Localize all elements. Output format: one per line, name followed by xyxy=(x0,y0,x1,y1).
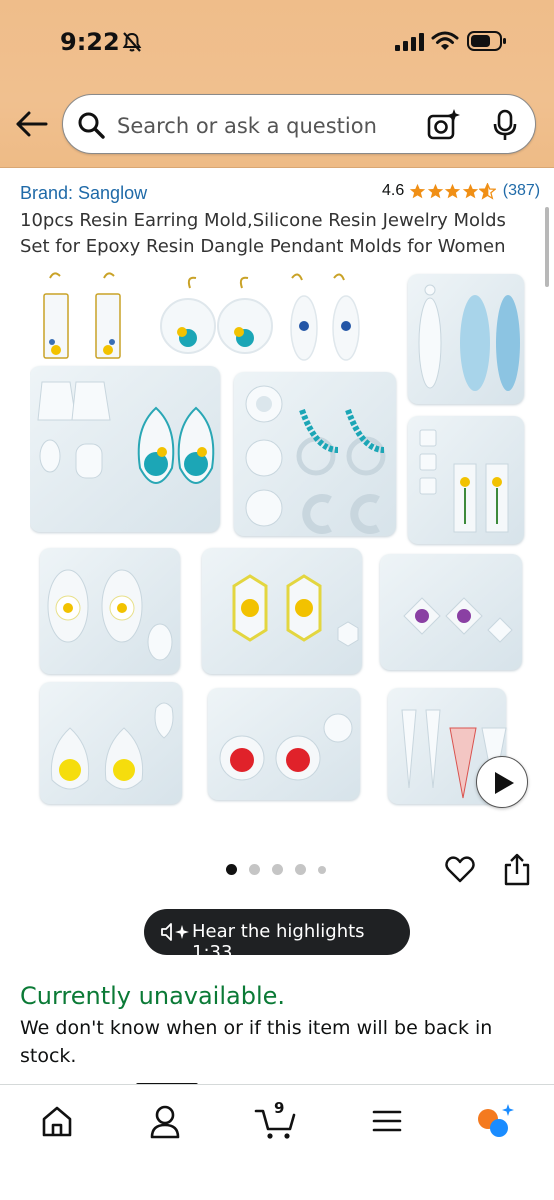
brand-link[interactable]: Brand: Sanglow xyxy=(20,183,147,204)
search-icon xyxy=(78,112,105,139)
star-full-icon xyxy=(445,183,461,198)
earring-oval-blue xyxy=(290,273,360,361)
mic-icon[interactable] xyxy=(492,109,518,141)
back-arrow-icon[interactable] xyxy=(14,108,50,140)
rating-summary[interactable]: 4.6 (387) xyxy=(382,182,540,200)
product-image[interactable] xyxy=(30,268,530,810)
mold-hoops-teal xyxy=(234,372,396,536)
mold-oval-daisy xyxy=(40,548,180,674)
availability-status: Currently unavailable. xyxy=(20,982,286,1010)
carousel-dot-active[interactable] xyxy=(226,864,237,875)
wifi-icon xyxy=(431,31,459,50)
mold-teardrop-teal xyxy=(30,366,220,532)
heart-icon[interactable] xyxy=(444,853,476,885)
mold-long-oval xyxy=(408,274,524,404)
status-time: 9:22 xyxy=(60,28,120,56)
menu-icon[interactable] xyxy=(362,1103,412,1139)
camera-lens-icon[interactable] xyxy=(427,109,461,141)
play-video-button[interactable] xyxy=(476,756,528,808)
carousel-dot[interactable] xyxy=(295,864,306,875)
account-icon[interactable] xyxy=(140,1103,190,1139)
mold-teardrop-yellow xyxy=(40,682,182,804)
star-full-icon xyxy=(427,183,443,198)
earring-rect-yellow xyxy=(43,272,121,359)
mold-rect-yellow xyxy=(408,416,524,544)
search-input[interactable]: Search or ask a question xyxy=(62,94,536,154)
star-full-icon xyxy=(410,183,426,198)
play-icon xyxy=(495,772,514,794)
mold-circle-red xyxy=(208,688,360,800)
cart-button[interactable]: 9 xyxy=(252,1099,302,1139)
bottom-nav: 9 xyxy=(0,1084,554,1200)
rating-value: 4.6 xyxy=(382,182,405,199)
star-full-icon xyxy=(462,183,478,198)
search-placeholder: Search or ask a question xyxy=(117,114,377,138)
signal-icon xyxy=(395,33,424,51)
hear-highlights-button[interactable]: Hear the highlights 1:33 xyxy=(144,909,410,963)
speaker-sparkle-icon xyxy=(161,923,189,941)
share-icon[interactable] xyxy=(503,852,531,886)
image-carousel-dots xyxy=(226,864,338,875)
hear-highlights-label: Hear the highlights 1:33 xyxy=(192,921,365,963)
cart-count: 9 xyxy=(274,1099,285,1117)
review-count-link[interactable]: (387) xyxy=(503,182,540,200)
product-title: 10pcs Resin Earring Mold,Silicone Resin … xyxy=(20,210,506,257)
mold-hexagon-daisy xyxy=(202,548,362,674)
mold-diamond-purple xyxy=(380,554,522,670)
scrollbar[interactable] xyxy=(545,207,549,287)
earring-donut-teal xyxy=(160,276,273,354)
battery-icon xyxy=(467,31,506,51)
home-icon[interactable] xyxy=(32,1103,82,1139)
rufus-icon[interactable] xyxy=(470,1103,520,1139)
star-half-icon xyxy=(479,182,497,200)
mute-icon xyxy=(122,32,142,52)
availability-note: We don't know when or if this item will … xyxy=(20,1017,493,1067)
star-rating xyxy=(409,182,497,200)
app-header: 9:22 Search or ask a question xyxy=(0,0,554,168)
carousel-dot[interactable] xyxy=(318,865,326,874)
carousel-dot[interactable] xyxy=(272,864,283,875)
carousel-dot[interactable] xyxy=(249,864,260,875)
